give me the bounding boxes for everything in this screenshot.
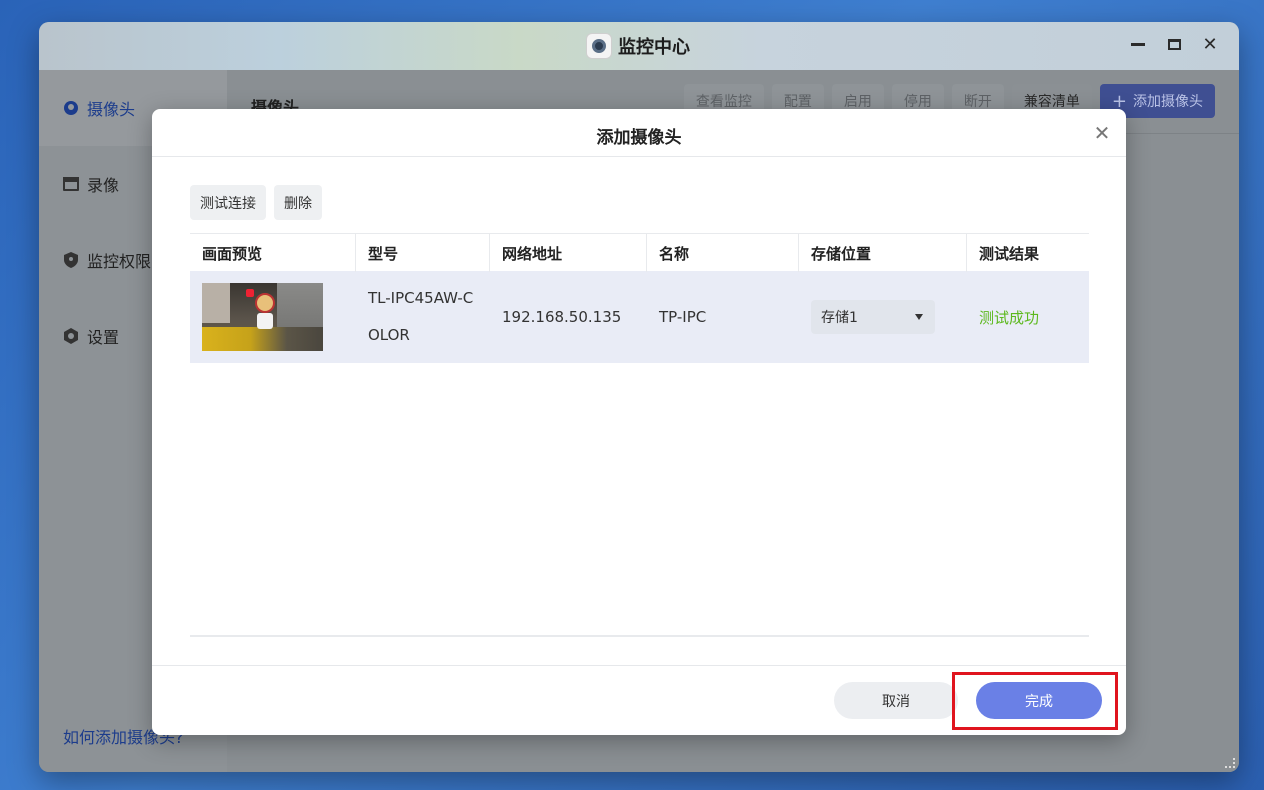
- ip-cell: 192.168.50.135: [502, 308, 622, 326]
- maximize-icon[interactable]: [1165, 34, 1183, 54]
- model-value: TL-IPC45AW-COLOR: [368, 289, 474, 344]
- column-name: 名称: [647, 234, 799, 272]
- title-bar: 监控中心 ✕: [39, 22, 1239, 70]
- gear-icon: [63, 328, 79, 344]
- sidebar-item-label: 摄像头: [87, 100, 136, 119]
- table-header: 画面预览 型号 网络地址 名称 存储位置 测试结果: [190, 233, 1089, 272]
- window-title: 监控中心: [618, 37, 690, 58]
- storage-select[interactable]: 存储1: [811, 300, 935, 334]
- column-preview: 画面预览: [190, 234, 356, 272]
- sidebar-item-label: 录像: [87, 176, 120, 195]
- table-divider: [190, 635, 1089, 637]
- column-result: 测试结果: [979, 244, 1040, 263]
- caret-down-icon: [915, 314, 923, 320]
- resize-grip-icon[interactable]: [1225, 758, 1235, 768]
- sidebar-item-label: 设置: [87, 328, 120, 347]
- test-connection-button[interactable]: 测试连接: [190, 185, 266, 220]
- camera-icon: [63, 100, 79, 116]
- shield-icon: [63, 252, 79, 268]
- camera-table: 画面预览 型号 网络地址 名称 存储位置 测试结果 TL-IPC45AW-COL…: [190, 233, 1089, 363]
- result-cell: 测试成功: [967, 271, 1089, 363]
- film-icon: [63, 176, 79, 192]
- dialog-title: 添加摄像头: [596, 128, 682, 148]
- name-cell: TP-IPC: [659, 308, 707, 326]
- preview-cell: [190, 271, 356, 363]
- app-camera-icon: [586, 33, 612, 59]
- storage-value: 存储1: [821, 310, 858, 326]
- close-icon[interactable]: ✕: [1092, 123, 1112, 143]
- window-controls: ✕: [1129, 34, 1219, 55]
- add-camera-dialog: 添加摄像头 ✕ 测试连接 删除 画面预览 型号 网络地址 名称 存储位置 测试结…: [152, 109, 1126, 735]
- add-camera-label: 添加摄像头: [1133, 94, 1203, 110]
- close-window-icon[interactable]: ✕: [1201, 34, 1219, 55]
- model-cell: TL-IPC45AW-COLOR: [356, 271, 490, 363]
- sidebar-item-label: 监控权限: [87, 252, 152, 271]
- column-ip: 网络地址: [490, 234, 647, 272]
- cancel-button[interactable]: 取消: [834, 682, 958, 719]
- dialog-header: 添加摄像头 ✕: [152, 109, 1126, 157]
- minimize-icon[interactable]: [1129, 34, 1147, 54]
- camera-preview-image: [202, 283, 323, 351]
- column-storage: 存储位置: [799, 234, 967, 272]
- table-row[interactable]: TL-IPC45AW-COLOR 192.168.50.135 TP-IPC 存…: [190, 271, 1089, 363]
- storage-cell: 存储1: [799, 271, 967, 363]
- title-group: 监控中心: [586, 32, 690, 60]
- highlight-annotation: [952, 672, 1118, 730]
- delete-button[interactable]: 删除: [274, 185, 322, 220]
- test-result-text: 测试成功: [979, 308, 1040, 327]
- column-model: 型号: [356, 234, 490, 272]
- dialog-actions: 测试连接 删除: [190, 185, 322, 220]
